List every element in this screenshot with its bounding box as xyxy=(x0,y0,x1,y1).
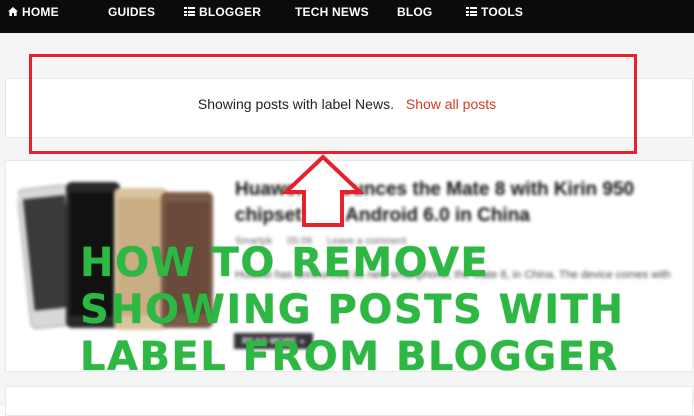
nav-item-home[interactable]: HOME xyxy=(8,0,59,26)
overlay-line-1: HOW TO REMOVE xyxy=(80,240,490,286)
home-icon xyxy=(8,7,18,17)
nav-item-guides[interactable]: GUIDES xyxy=(108,0,155,26)
nav-label-tools: TOOLS xyxy=(481,5,524,19)
up-arrow-icon xyxy=(282,154,364,227)
overlay-line-3: LABEL FROM BLOGGER xyxy=(80,334,619,380)
nav-item-tools[interactable]: TOOLS xyxy=(466,0,523,26)
list-icon xyxy=(184,7,195,17)
nav-item-blog[interactable]: BLOG xyxy=(397,0,432,26)
nav-label-guides: GUIDES xyxy=(108,5,156,19)
highlight-frame xyxy=(29,54,637,154)
nav-item-tech-news[interactable]: TECH NEWS xyxy=(295,0,369,26)
overlay-line-2: SHOWING POSTS WITH xyxy=(80,287,625,333)
list-icon xyxy=(466,7,477,17)
nav-label-blogger: BLOGGER xyxy=(199,5,262,19)
nav-label-home: HOME xyxy=(22,5,59,19)
nav-item-blogger[interactable]: BLOGGER xyxy=(184,0,261,26)
overlay-headline: HOW TO REMOVE SHOWING POSTS WITH LABEL F… xyxy=(80,240,690,381)
next-post-card xyxy=(5,386,693,416)
nav-label-blog: BLOG xyxy=(397,5,433,19)
top-nav: HOME GUIDES BLOGGER TECH NEWS BLOG TOOLS xyxy=(0,0,694,33)
nav-label-tech-news: TECH NEWS xyxy=(295,5,369,19)
